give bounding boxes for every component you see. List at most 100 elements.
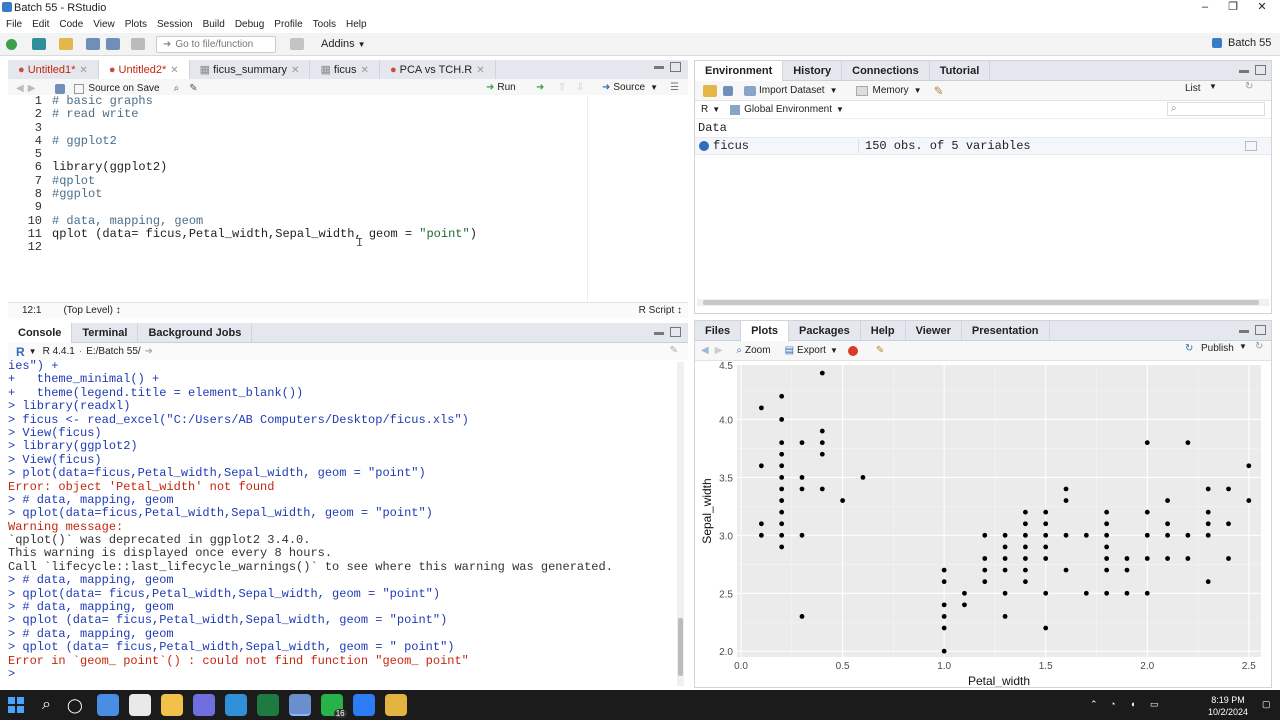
clear-console-icon[interactable]: ✎ bbox=[670, 345, 678, 356]
grid-layout-icon[interactable] bbox=[290, 38, 304, 50]
save-icon[interactable] bbox=[723, 85, 733, 96]
code-lines[interactable]: # basic graphs # read write # ggplot2 libra… bbox=[52, 94, 477, 255]
down-arrow-icon[interactable]: ⇩ bbox=[576, 82, 584, 93]
wand-icon[interactable]: ✎ bbox=[189, 83, 197, 94]
close-tab-icon[interactable]: ✕ bbox=[291, 65, 299, 76]
open-folder-icon[interactable] bbox=[59, 38, 73, 50]
back-arrow-icon[interactable]: ◀ bbox=[16, 83, 24, 94]
source-button[interactable]: ➜ Source ▼ bbox=[602, 82, 658, 93]
menu-profile[interactable]: Profile bbox=[274, 19, 302, 30]
memory-button[interactable]: Memory bbox=[873, 85, 909, 96]
file-explorer-icon[interactable] bbox=[160, 694, 183, 716]
close-tab-icon[interactable]: ✕ bbox=[79, 65, 87, 76]
code-line[interactable]: # read write bbox=[52, 107, 477, 121]
menu-view[interactable]: View bbox=[93, 19, 115, 30]
env-row-ficus[interactable]: ficus 150 obs. of 5 variables bbox=[695, 137, 1271, 155]
tab-background-jobs[interactable]: Background Jobs bbox=[138, 322, 253, 343]
forward-arrow-icon[interactable]: ▶ bbox=[28, 83, 36, 94]
menu-file[interactable]: File bbox=[6, 19, 22, 30]
code-line[interactable]: qplot (data= ficus,Petal_width,Sepal_wid… bbox=[52, 227, 477, 241]
tab-pca-vs-tch[interactable]: ● PCA vs TCH.R ✕ bbox=[380, 59, 496, 80]
env-search-input[interactable]: ⌕ bbox=[1167, 102, 1265, 116]
tab-connections[interactable]: Connections bbox=[842, 60, 930, 81]
volume-icon[interactable]: ◖ bbox=[1130, 699, 1135, 709]
tab-ficus-summary[interactable]: ▦ ficus_summary ✕ bbox=[190, 59, 311, 80]
minimize-pane-icon[interactable] bbox=[1239, 70, 1249, 73]
code-line[interactable]: #ggplot bbox=[52, 187, 477, 201]
save-icon[interactable] bbox=[86, 38, 100, 50]
tab-presentation[interactable]: Presentation bbox=[962, 320, 1050, 341]
menu-edit[interactable]: Edit bbox=[32, 19, 49, 30]
goto-dir-icon[interactable]: ➜ bbox=[145, 346, 153, 357]
code-line[interactable]: library(ggplot2) bbox=[52, 161, 477, 175]
copilot-icon[interactable] bbox=[192, 694, 215, 716]
edge-icon[interactable] bbox=[224, 694, 247, 716]
notification-icon[interactable]: ▢ bbox=[1262, 699, 1271, 710]
import-dataset-button[interactable]: Import Dataset bbox=[759, 85, 825, 96]
language-selector[interactable]: R Script ↕ bbox=[639, 305, 682, 316]
tab-tutorial[interactable]: Tutorial bbox=[930, 60, 991, 81]
tab-history[interactable]: History bbox=[783, 60, 843, 81]
minimize-pane-icon[interactable] bbox=[654, 332, 664, 335]
scope-selector[interactable]: (Top Level) ↕ bbox=[63, 305, 120, 316]
windows-start-icon[interactable] bbox=[8, 697, 24, 713]
language-dropdown[interactable]: R bbox=[701, 104, 708, 115]
zoom-button[interactable]: Zoom bbox=[745, 345, 771, 356]
menu-tools[interactable]: Tools bbox=[313, 19, 336, 30]
code-line[interactable]: # basic graphs bbox=[52, 94, 477, 108]
publish-button[interactable]: Publish bbox=[1201, 343, 1234, 354]
wifi-icon[interactable]: ◔ bbox=[1110, 699, 1115, 709]
maximize-pane-icon[interactable] bbox=[1255, 325, 1266, 335]
remove-plot-icon[interactable] bbox=[847, 345, 858, 356]
tab-ficus[interactable]: ▦ ficus ✕ bbox=[310, 59, 380, 80]
close-window-button[interactable]: ✕ bbox=[1247, 0, 1277, 16]
goto-file-input[interactable]: ➜ Go to file/function bbox=[156, 35, 276, 53]
broom-icon[interactable]: ✎ bbox=[876, 345, 884, 356]
task-view-icon[interactable]: ◯ bbox=[67, 697, 83, 714]
code-editor[interactable]: 1 2 3 4 5 6 7 8 9 10 11 12 # basic graphs # read wri… bbox=[8, 94, 688, 303]
menu-code[interactable]: Code bbox=[59, 19, 83, 30]
refresh-icon[interactable]: ↻ bbox=[1245, 81, 1253, 92]
excel-icon[interactable] bbox=[256, 694, 279, 716]
open-folder-icon[interactable] bbox=[703, 84, 717, 97]
menu-session[interactable]: Session bbox=[157, 19, 193, 30]
tab-environment[interactable]: Environment bbox=[695, 60, 784, 81]
maximize-pane-icon[interactable] bbox=[670, 62, 681, 72]
tray-chevron-icon[interactable]: ⌃ bbox=[1090, 699, 1098, 710]
battery-icon[interactable]: ▭ bbox=[1150, 699, 1159, 710]
env-hscrollbar[interactable] bbox=[697, 299, 1269, 306]
code-line[interactable]: # data, mapping, geom bbox=[52, 214, 477, 228]
export-button[interactable]: Export bbox=[797, 345, 826, 356]
addins-dropdown[interactable]: Addins bbox=[321, 38, 355, 50]
scope-dropdown[interactable]: Global Environment bbox=[744, 104, 832, 115]
new-project-icon[interactable] bbox=[32, 38, 46, 50]
tab-terminal[interactable]: Terminal bbox=[72, 322, 139, 343]
view-table-icon[interactable] bbox=[1245, 141, 1257, 151]
rstudio-taskbar-icon[interactable] bbox=[288, 694, 311, 716]
project-name[interactable]: Batch 55 bbox=[1228, 37, 1271, 49]
code-line[interactable] bbox=[52, 201, 477, 214]
outline-icon[interactable]: ☰ bbox=[670, 82, 679, 93]
save-icon[interactable] bbox=[55, 83, 66, 94]
code-line[interactable] bbox=[52, 122, 477, 135]
working-directory[interactable]: E:/Batch 55/ bbox=[86, 346, 140, 357]
close-tab-icon[interactable]: ✕ bbox=[476, 65, 484, 76]
save-all-icon[interactable] bbox=[106, 38, 120, 50]
menu-plots[interactable]: Plots bbox=[125, 19, 147, 30]
tab-help[interactable]: Help bbox=[861, 320, 906, 341]
maximize-pane-icon[interactable] bbox=[1255, 65, 1266, 75]
tab-viewer[interactable]: Viewer bbox=[906, 320, 962, 341]
menu-build[interactable]: Build bbox=[203, 19, 225, 30]
tab-plots[interactable]: Plots bbox=[741, 320, 789, 341]
code-line[interactable]: #qplot bbox=[52, 174, 477, 188]
scrollbar-thumb[interactable] bbox=[703, 300, 1259, 305]
next-plot-icon[interactable]: ▶ bbox=[715, 345, 723, 356]
console-output[interactable]: ies") + + theme_minimal() + + theme(legend… bbox=[8, 360, 686, 686]
minimize-button[interactable]: – bbox=[1190, 0, 1220, 16]
tab-files[interactable]: Files bbox=[695, 320, 742, 341]
code-line[interactable] bbox=[52, 148, 477, 161]
close-tab-icon[interactable]: ✕ bbox=[361, 65, 369, 76]
tab-console[interactable]: Console bbox=[8, 322, 73, 343]
broom-icon[interactable]: ✎ bbox=[934, 84, 944, 98]
chevron-down-icon[interactable]: ▼ bbox=[29, 347, 37, 356]
